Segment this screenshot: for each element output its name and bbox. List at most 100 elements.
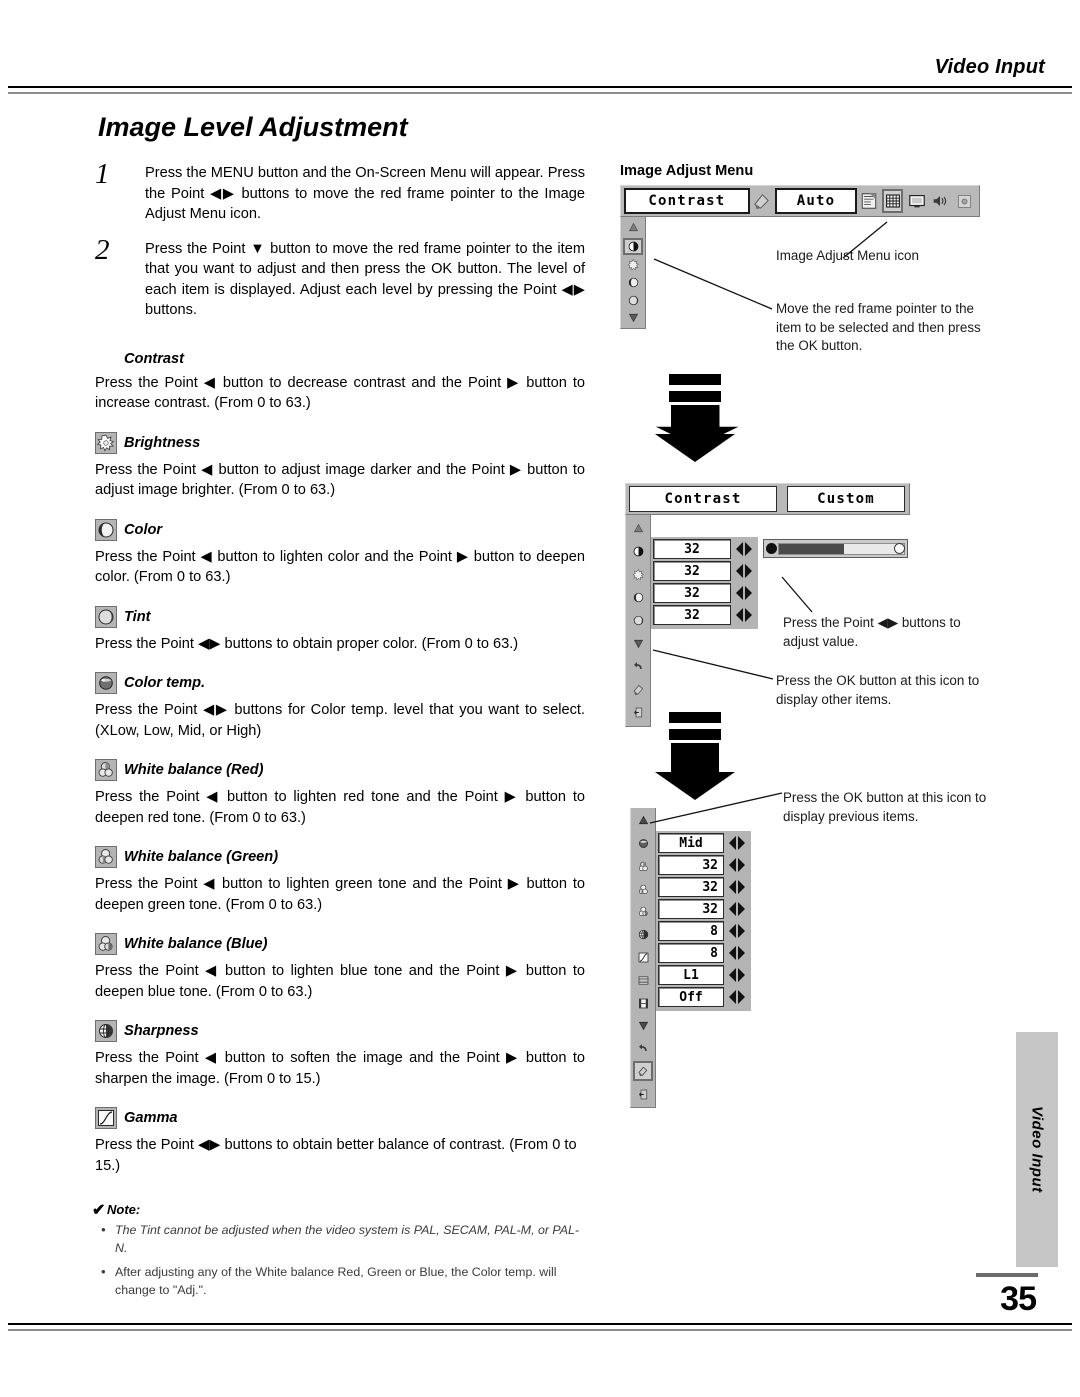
callout-move-pointer: Move the red frame pointer to the item t… bbox=[776, 301, 981, 353]
osd-value-row: 32 bbox=[658, 877, 747, 897]
left-right-arrows-icon[interactable] bbox=[734, 561, 754, 581]
white-balance-blue-icon[interactable] bbox=[633, 902, 653, 922]
section-heading: Contrast bbox=[95, 351, 585, 367]
value-slider[interactable] bbox=[763, 539, 908, 558]
section-tint: Tint Press the Point ◀▶ buttons to obtai… bbox=[95, 605, 585, 655]
section-heading: White balance (Green) bbox=[95, 846, 585, 868]
white-balance-blue-icon bbox=[95, 933, 117, 955]
quit-icon[interactable] bbox=[633, 1084, 653, 1104]
white-balance-green-icon[interactable] bbox=[633, 879, 653, 899]
osd-value-row: 32 bbox=[653, 583, 754, 603]
value-field[interactable]: L1 bbox=[658, 965, 724, 985]
value-field[interactable]: 8 bbox=[658, 943, 724, 963]
brightness-icon bbox=[95, 431, 117, 454]
value-field[interactable]: 32 bbox=[658, 899, 724, 919]
value-field[interactable]: 32 bbox=[658, 855, 724, 875]
scroll-down-icon[interactable] bbox=[623, 310, 643, 325]
noise-reduction-icon[interactable] bbox=[633, 970, 653, 990]
image-level-icon[interactable] bbox=[751, 189, 772, 213]
osd-menu-label[interactable]: Contrast bbox=[624, 188, 750, 214]
left-right-arrows-icon[interactable] bbox=[727, 965, 747, 985]
osd-value-row: 8 bbox=[658, 943, 747, 963]
white-balance-red-icon[interactable] bbox=[633, 857, 653, 877]
slider-track[interactable] bbox=[778, 542, 905, 555]
section-heading: Color temp. bbox=[95, 672, 585, 694]
section-title: Color bbox=[124, 521, 163, 538]
page-number: 35 bbox=[1000, 1280, 1037, 1318]
osd-value-row: 32 bbox=[658, 899, 747, 919]
slider-left-knob[interactable] bbox=[766, 543, 777, 554]
section-heading: White balance (Red) bbox=[95, 759, 585, 781]
sharpness-icon[interactable] bbox=[633, 925, 653, 945]
reset-icon[interactable] bbox=[628, 656, 648, 676]
step-text: Press the Point ▼ button to move the red… bbox=[145, 240, 585, 319]
setting-icon[interactable] bbox=[954, 189, 975, 213]
progressive-icon[interactable] bbox=[633, 993, 653, 1013]
value-field[interactable]: Off bbox=[658, 987, 724, 1007]
left-right-arrows-icon[interactable] bbox=[727, 987, 747, 1007]
scroll-down-icon[interactable] bbox=[628, 633, 648, 653]
left-right-arrows-icon[interactable] bbox=[727, 899, 747, 919]
white-balance-red-icon bbox=[95, 759, 117, 781]
osd-mode-value[interactable]: Auto bbox=[775, 188, 857, 214]
value-field[interactable]: Mid bbox=[658, 833, 724, 853]
left-right-arrows-icon[interactable] bbox=[734, 539, 754, 559]
step-number: 1 bbox=[95, 158, 110, 190]
step-2: 2 Press the Point ▼ button to move the r… bbox=[95, 234, 585, 321]
section-heading: Sharpness bbox=[95, 1020, 585, 1042]
left-right-arrows-icon[interactable] bbox=[727, 921, 747, 941]
color-temp-icon[interactable] bbox=[633, 834, 653, 854]
gamma-icon[interactable] bbox=[633, 948, 653, 968]
section-body: Press the Point ◀ button to lighten red … bbox=[95, 789, 585, 826]
value-field[interactable]: 32 bbox=[653, 561, 731, 581]
color-icon[interactable] bbox=[623, 275, 643, 290]
screen-icon[interactable] bbox=[906, 189, 927, 213]
left-right-arrows-icon[interactable] bbox=[727, 855, 747, 875]
left-right-arrows-icon[interactable] bbox=[727, 877, 747, 897]
step-number: 2 bbox=[95, 233, 110, 266]
osd-value-row: Off bbox=[658, 987, 747, 1007]
brightness-icon[interactable] bbox=[623, 258, 643, 273]
callout-adjust-value: Press the Point ◀▶ buttons to adjust val… bbox=[783, 615, 961, 649]
scroll-down-icon[interactable] bbox=[633, 1016, 653, 1036]
tint-icon[interactable] bbox=[623, 293, 643, 308]
left-right-arrows-icon[interactable] bbox=[727, 943, 747, 963]
store-icon[interactable] bbox=[633, 1061, 653, 1082]
left-right-arrows-icon[interactable] bbox=[734, 605, 754, 625]
image-adjust-icon[interactable] bbox=[882, 189, 903, 213]
section-title: Sharpness bbox=[124, 1023, 199, 1039]
osd-mode-value-2[interactable]: Custom bbox=[787, 486, 905, 512]
sound-icon[interactable] bbox=[930, 189, 951, 213]
section-gamma: Gamma Press the Point ◀▶ buttons to obta… bbox=[95, 1107, 585, 1176]
value-field[interactable]: 8 bbox=[658, 921, 724, 941]
scroll-up-icon[interactable] bbox=[623, 220, 643, 235]
left-right-arrows-icon[interactable] bbox=[727, 833, 747, 853]
value-field[interactable]: 32 bbox=[658, 877, 724, 897]
value-field[interactable]: 32 bbox=[653, 539, 731, 559]
brightness-icon[interactable] bbox=[628, 564, 648, 584]
slider-right-knob[interactable] bbox=[894, 543, 905, 554]
contrast-icon[interactable] bbox=[623, 237, 643, 255]
value-field[interactable]: 32 bbox=[653, 583, 731, 603]
section-title: Brightness bbox=[124, 434, 201, 451]
image-select-icon[interactable] bbox=[858, 189, 879, 213]
quit-icon[interactable] bbox=[628, 702, 648, 722]
section-sharpness: Sharpness Press the Point ◀ button to so… bbox=[95, 1020, 585, 1089]
reset-icon[interactable] bbox=[633, 1039, 653, 1059]
section-title: Gamma bbox=[124, 1110, 178, 1126]
store-icon[interactable] bbox=[628, 679, 648, 699]
section-heading: Brightness bbox=[95, 431, 585, 454]
value-field[interactable]: 32 bbox=[653, 605, 731, 625]
scroll-up-icon[interactable] bbox=[633, 811, 653, 831]
section-body: Press the Point ◀ button to lighten gree… bbox=[95, 876, 585, 913]
contrast-icon[interactable] bbox=[628, 541, 648, 561]
section-body: Press the Point ◀▶ buttons to obtain pro… bbox=[95, 635, 519, 652]
osd-value-row: 32 bbox=[653, 561, 754, 581]
osd-menu-label-2[interactable]: Contrast bbox=[629, 486, 777, 512]
check-icon: ✔ bbox=[92, 1202, 106, 1219]
page-header-label: Video Input bbox=[934, 56, 1045, 78]
left-right-arrows-icon[interactable] bbox=[734, 583, 754, 603]
scroll-up-icon[interactable] bbox=[628, 518, 648, 538]
color-icon[interactable] bbox=[628, 587, 648, 607]
tint-icon[interactable] bbox=[628, 610, 648, 630]
